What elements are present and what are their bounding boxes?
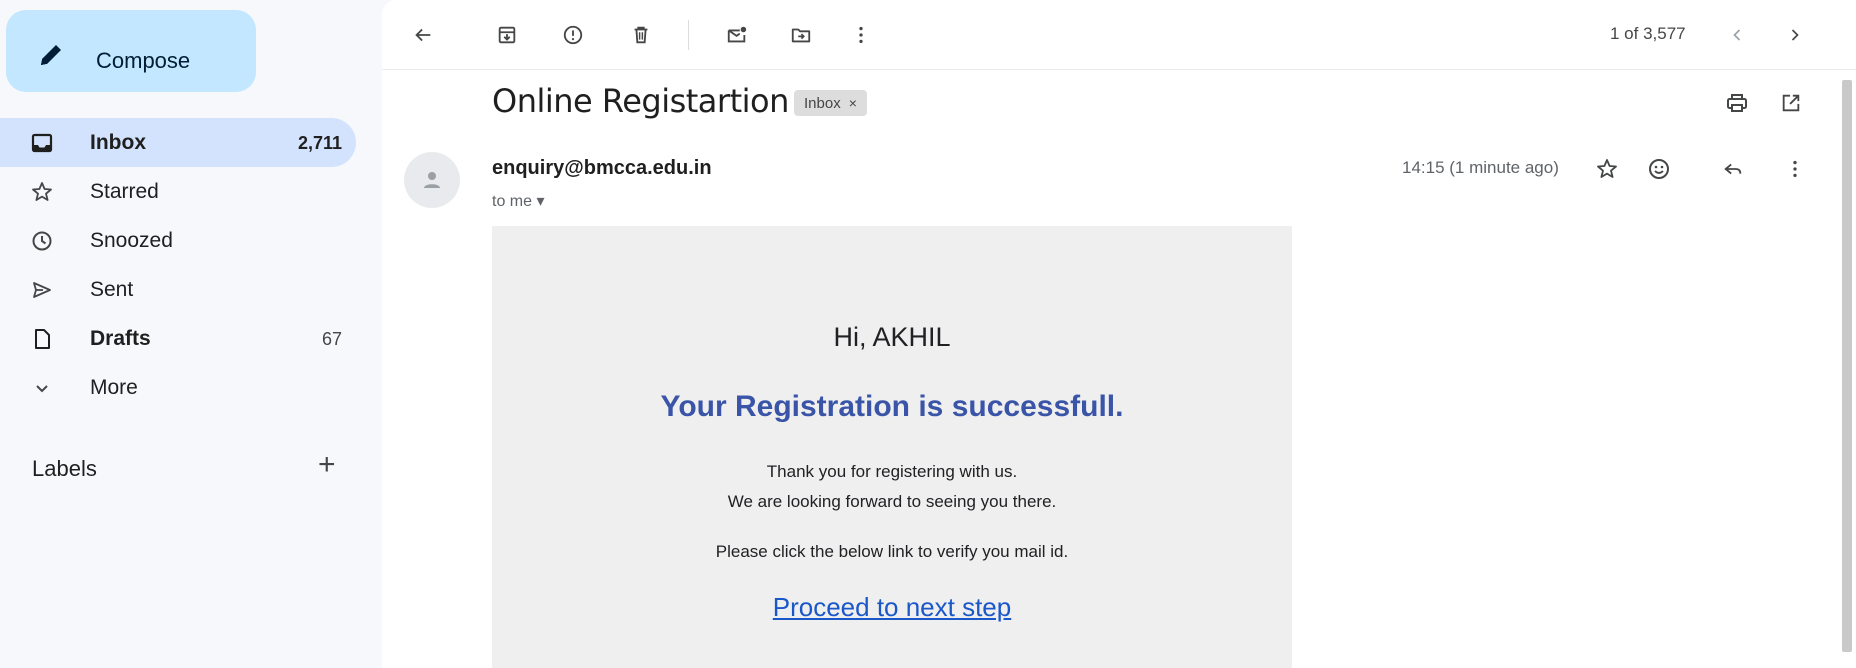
sidebar-item-snoozed[interactable]: Snoozed bbox=[0, 216, 356, 265]
chip-label: Inbox bbox=[804, 94, 841, 112]
sidebar-nav: Inbox 2,711 Starred Snoozed Sent Drafts … bbox=[0, 118, 356, 412]
sidebar-item-sent[interactable]: Sent bbox=[0, 265, 356, 314]
pencil-icon bbox=[36, 40, 66, 70]
scrollbar[interactable] bbox=[1842, 80, 1852, 652]
chevron-right-icon bbox=[1791, 29, 1799, 41]
recipient-details-toggle[interactable]: to me ▾ bbox=[492, 191, 545, 211]
sender-address[interactable]: enquiry@bmcca.edu.in bbox=[492, 157, 712, 180]
reading-pane: 1 of 3,577 Online Registartion Inbox × e… bbox=[382, 0, 1856, 668]
sidebar-item-drafts[interactable]: Drafts 67 bbox=[0, 314, 356, 363]
draft-icon bbox=[30, 327, 54, 351]
more-vert-icon bbox=[859, 26, 863, 44]
send-icon bbox=[30, 278, 54, 302]
report-icon bbox=[563, 25, 583, 45]
more-message-options-button[interactable] bbox=[1780, 154, 1810, 184]
inbox-label-chip: Inbox × bbox=[794, 90, 867, 116]
star-icon bbox=[1597, 159, 1617, 178]
message-toolbar: 1 of 3,577 bbox=[382, 0, 1856, 70]
sidebar-item-inbox[interactable]: Inbox 2,711 bbox=[0, 118, 356, 167]
sender-avatar bbox=[404, 152, 460, 208]
add-reaction-button[interactable] bbox=[1644, 154, 1674, 184]
thanks-line-2: We are looking forward to seeing you the… bbox=[727, 492, 1057, 511]
toolbar-divider bbox=[688, 20, 689, 50]
pager-text: 1 of 3,577 bbox=[1610, 24, 1686, 43]
sidebar-item-label: Sent bbox=[90, 278, 134, 301]
sidebar-item-starred[interactable]: Starred bbox=[0, 167, 356, 216]
star-button[interactable] bbox=[1592, 154, 1622, 184]
mark-unread-button[interactable] bbox=[722, 20, 752, 50]
sidebar-item-label: Drafts bbox=[90, 327, 151, 350]
chevron-down-icon bbox=[30, 376, 54, 400]
reply-icon bbox=[1724, 163, 1742, 175]
archive-button[interactable] bbox=[492, 20, 522, 50]
sidebar-item-label: Starred bbox=[90, 180, 159, 203]
unread-count: 2,711 bbox=[297, 133, 342, 153]
newer-button[interactable] bbox=[1722, 20, 1752, 50]
reply-button[interactable] bbox=[1718, 154, 1748, 184]
remove-label-button[interactable]: × bbox=[849, 95, 857, 111]
popout-icon bbox=[1782, 94, 1800, 112]
move-folder-icon bbox=[791, 28, 811, 43]
thanks-line-1: Thank you for registering with us. bbox=[766, 462, 1018, 481]
labels-heading: Labels bbox=[32, 456, 97, 481]
drafts-count: 67 bbox=[321, 329, 342, 349]
back-button[interactable] bbox=[408, 20, 438, 50]
emoji-icon bbox=[1649, 159, 1669, 179]
email-subject: Online Registartion bbox=[492, 82, 789, 120]
mail-unread-icon bbox=[727, 26, 747, 43]
print-button[interactable] bbox=[1722, 88, 1752, 118]
sidebar-item-label: More bbox=[90, 376, 138, 399]
clock-icon bbox=[30, 229, 54, 253]
print-icon bbox=[1727, 94, 1747, 112]
arrow-left-icon bbox=[415, 28, 431, 42]
trash-icon bbox=[634, 26, 648, 44]
open-in-new-window-button[interactable] bbox=[1776, 88, 1806, 118]
compose-label: Compose bbox=[96, 48, 191, 73]
verify-instruction: Please click the below link to verify yo… bbox=[715, 542, 1069, 561]
gmail-app: Compose Inbox 2,711 Starred Snoozed Sent… bbox=[0, 0, 1856, 668]
success-heading: Your Registration is successfull. bbox=[660, 390, 1124, 423]
sidebar-item-label: Inbox bbox=[90, 131, 146, 154]
older-button[interactable] bbox=[1780, 20, 1810, 50]
more-vert-icon bbox=[1793, 160, 1797, 178]
more-options-button[interactable] bbox=[846, 20, 876, 50]
person-icon bbox=[424, 172, 440, 188]
sidebar: Compose Inbox 2,711 Starred Snoozed Sent… bbox=[0, 0, 380, 668]
email-body: Hi, AKHIL Your Registration is successfu… bbox=[492, 226, 1292, 668]
proceed-link[interactable]: Proceed to next step bbox=[492, 592, 1292, 623]
sidebar-item-label: Snoozed bbox=[90, 229, 173, 252]
email-timestamp: 14:15 (1 minute ago) bbox=[1402, 158, 1559, 177]
report-spam-button[interactable] bbox=[558, 20, 588, 50]
inbox-icon bbox=[30, 131, 54, 155]
star-icon bbox=[30, 180, 54, 204]
greeting-text: Hi, AKHIL bbox=[833, 322, 951, 352]
compose-button[interactable]: Compose bbox=[6, 10, 256, 92]
chevron-left-icon bbox=[1733, 29, 1741, 41]
sidebar-item-more[interactable]: More bbox=[0, 363, 356, 412]
archive-icon bbox=[498, 26, 516, 44]
delete-button[interactable] bbox=[626, 20, 656, 50]
move-to-button[interactable] bbox=[786, 20, 816, 50]
add-label-button[interactable]: + bbox=[318, 450, 336, 480]
